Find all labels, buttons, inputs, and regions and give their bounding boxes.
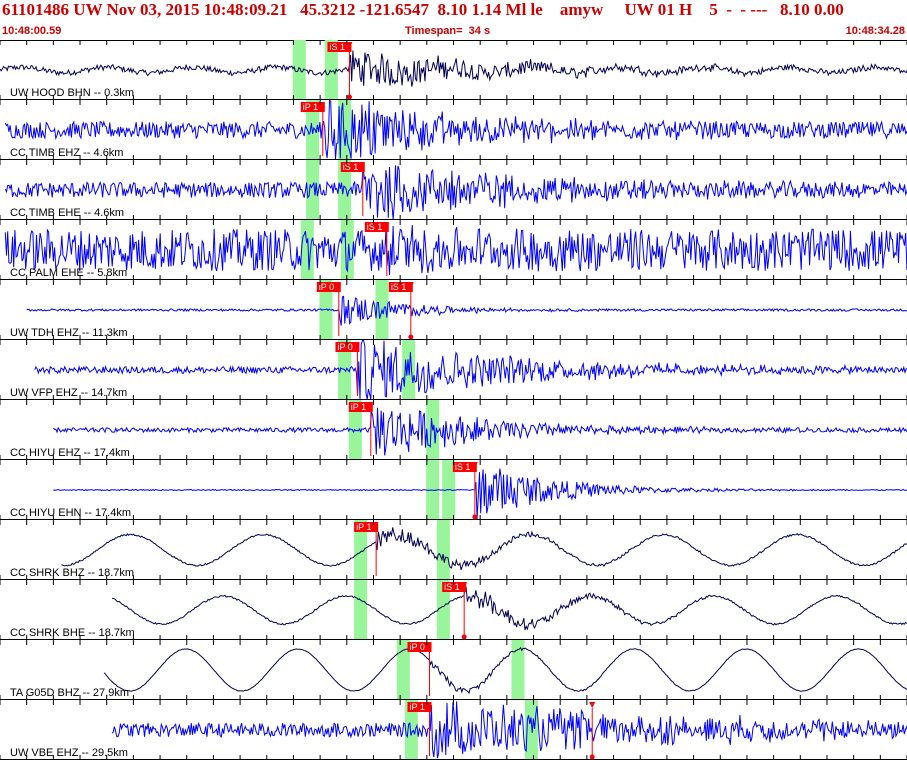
timespan-label: Timespan= 34 s bbox=[405, 25, 491, 37]
pick-label: iS 1 bbox=[444, 582, 460, 592]
waveform-trace bbox=[4, 164, 907, 220]
pick-label: iS 1 bbox=[329, 42, 345, 52]
waveform-trace bbox=[112, 586, 907, 631]
pick-dot bbox=[589, 754, 595, 760]
pick-dot bbox=[408, 334, 414, 340]
trace-row: iP 0 iS 1 UW TDH EHZ -- 11.3km bbox=[0, 280, 907, 340]
waveform-trace bbox=[34, 340, 907, 400]
seismogram-panel: iS 1 UW HOOD BHN -- 0.3km iP 1 CC TIMB EHZ … bbox=[0, 40, 907, 760]
analysis-window bbox=[354, 580, 368, 640]
pick-dot bbox=[461, 634, 467, 640]
end-time: 10:48:34.28 bbox=[845, 25, 905, 37]
pick-label: iP 1 bbox=[356, 522, 371, 532]
event-title: 61101486 UW Nov 03, 2015 10:48:09.21 45.… bbox=[2, 0, 844, 19]
waveform-trace bbox=[4, 99, 907, 160]
waveform-trace bbox=[53, 407, 907, 456]
station-label: UW TDH EHZ -- 11.3km bbox=[10, 327, 128, 339]
trace-row: iS 1 CC PALM EHE -- 5.8km bbox=[0, 220, 907, 280]
waveform-trace bbox=[53, 468, 907, 519]
station-label: CC HIYU EHN -- 17.4km bbox=[10, 507, 131, 519]
waveform-trace bbox=[61, 527, 907, 571]
pick-dot bbox=[346, 94, 352, 100]
pick-label: iS 1 bbox=[391, 282, 407, 292]
pick-label: iP 0 bbox=[337, 342, 352, 352]
station-label: UW VBE EHZ -- 29.5km bbox=[10, 747, 128, 759]
station-label: UW HOOD BHN -- 0.3km bbox=[10, 87, 134, 99]
station-label: CC SHRK BHE -- 18.7km bbox=[10, 627, 135, 639]
station-label: CC HIYU EHZ -- 17.4km bbox=[10, 447, 130, 459]
trace-row: iS 1 CC HIYU EHN -- 17.4km bbox=[0, 460, 907, 520]
waveform-trace bbox=[103, 646, 907, 695]
header-bar: 61101486 UW Nov 03, 2015 10:48:09.21 45.… bbox=[0, 0, 907, 41]
pick-label: iP 0 bbox=[319, 282, 334, 292]
station-label: TA G05D BHZ -- 27.9km bbox=[10, 687, 129, 699]
pick-label: iS 1 bbox=[343, 162, 359, 172]
waveform-trace bbox=[111, 701, 907, 759]
pick-label: iP 1 bbox=[303, 102, 318, 112]
start-time: 10:48:00.59 bbox=[2, 25, 62, 37]
pick-label: iS 1 bbox=[367, 222, 383, 232]
pick-marker bbox=[589, 702, 596, 708]
station-label: CC TIMB EHE -- 4.6km bbox=[10, 207, 124, 219]
station-label: CC PALM EHE -- 5.8km bbox=[10, 267, 127, 279]
analysis-window bbox=[300, 220, 314, 280]
pick-label: iP 0 bbox=[409, 642, 424, 652]
trace-row: iS 1 CC TIMB EHE -- 4.6km bbox=[0, 160, 907, 220]
station-label: CC SHRK BHZ -- 18.7km bbox=[10, 567, 134, 579]
pick-label: iP 1 bbox=[351, 402, 366, 412]
trace-row: iP 1 CC HIYU EHZ -- 17.4km bbox=[0, 400, 907, 460]
trace-row: iS 1 UW HOOD BHN -- 0.3km bbox=[0, 40, 907, 100]
waveform-trace bbox=[0, 50, 907, 87]
trace-row: iP 1 CC TIMB EHZ -- 4.6km bbox=[0, 99, 907, 160]
trace-row: iP 1 UW VBE EHZ -- 29.5km bbox=[0, 700, 907, 760]
pick-label: iP 1 bbox=[409, 702, 424, 712]
trace-row: iS 1 CC SHRK BHE -- 18.7km bbox=[0, 580, 907, 640]
trace-row: iP 0 TA G05D BHZ -- 27.9km bbox=[0, 640, 907, 700]
trace-row: iP 1 CC SHRK BHZ -- 18.7km bbox=[0, 520, 907, 580]
pick-dot bbox=[472, 514, 478, 520]
station-label: UW VFP EHZ -- 14.7km bbox=[10, 387, 127, 399]
analysis-window bbox=[436, 520, 450, 580]
pick-label: iS 1 bbox=[455, 462, 471, 472]
waveform-trace bbox=[26, 295, 907, 326]
waveform-trace bbox=[4, 224, 907, 276]
trace-row: iP 0 UW VFP EHZ -- 14.7km bbox=[0, 340, 907, 400]
station-label: CC TIMB EHZ -- 4.6km bbox=[10, 147, 123, 159]
